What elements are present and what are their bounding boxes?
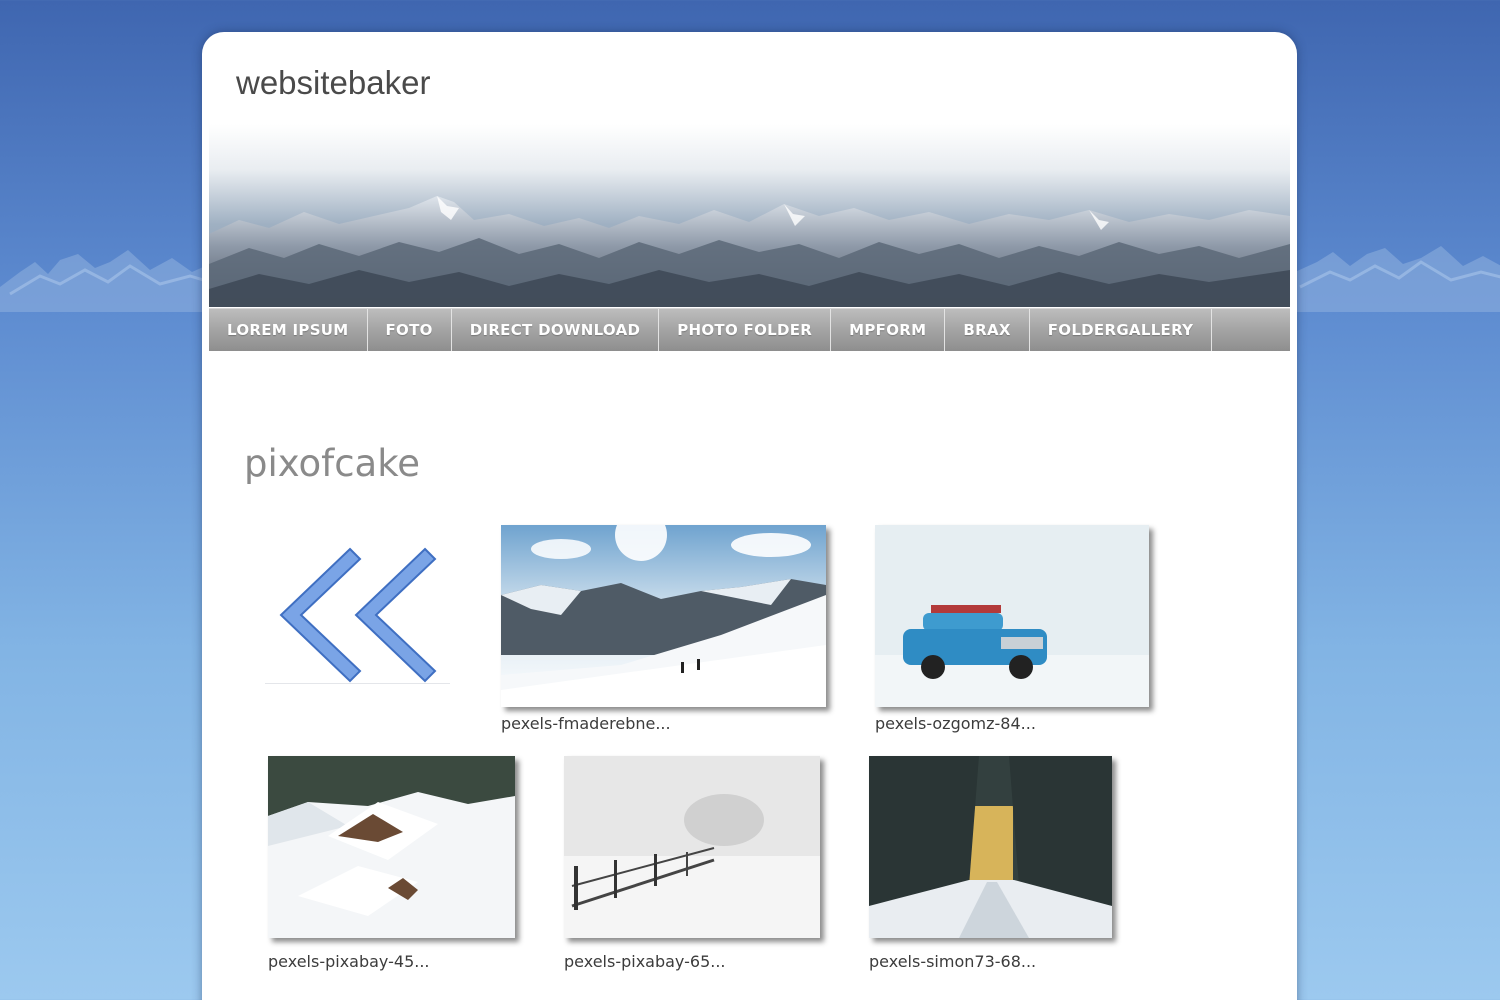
gallery-thumbnail[interactable]: pexels-ozgomz-84... [875, 525, 1150, 743]
gallery-thumbnail[interactable]: pexels-pixabay-65... [564, 756, 820, 974]
nav-item-lorem-ipsum[interactable]: LOREM IPSUM [209, 309, 368, 351]
gallery-thumbnail[interactable]: pexels-pixabay-45... [268, 756, 516, 974]
nav-item-photo-folder[interactable]: PHOTO FOLDER [659, 309, 832, 351]
nav-item-brax[interactable]: BRAX [945, 309, 1030, 351]
thumbnail-image [869, 756, 1112, 938]
back-to-parent-link[interactable] [265, 537, 450, 687]
gallery-thumbnail[interactable]: pexels-fmaderebne... [501, 525, 826, 743]
site-title[interactable]: websitebaker [236, 64, 430, 102]
page-container: websitebaker LOREM IPSUM FOTO DIRECT DOW… [202, 32, 1297, 1000]
divider [265, 683, 450, 684]
thumbnail-image [268, 756, 515, 938]
nav-item-foldergallery[interactable]: FOLDERGALLERY [1030, 309, 1213, 351]
gallery-thumbnail[interactable]: pexels-simon73-68... [869, 756, 1113, 974]
background-mountains-left [0, 250, 210, 312]
thumbnail-caption: pexels-pixabay-45... [268, 952, 430, 971]
thumbnail-caption: pexels-pixabay-65... [564, 952, 726, 971]
page-heading: pixofcake [244, 442, 421, 485]
thumbnail-caption: pexels-fmaderebne... [501, 714, 671, 733]
main-navigation: LOREM IPSUM FOTO DIRECT DOWNLOAD PHOTO F… [209, 308, 1290, 351]
thumbnail-image [501, 525, 826, 707]
header-banner-image [209, 124, 1290, 307]
nav-item-direct-download[interactable]: DIRECT DOWNLOAD [452, 309, 660, 351]
thumbnail-caption: pexels-simon73-68... [869, 952, 1037, 971]
nav-item-mpform[interactable]: MPFORM [831, 309, 946, 351]
nav-item-foto[interactable]: FOTO [368, 309, 452, 351]
thumbnail-caption: pexels-ozgomz-84... [875, 714, 1036, 733]
thumbnail-image [875, 525, 1149, 707]
double-chevron-left-icon [279, 547, 437, 683]
background-mountains-right [1295, 246, 1500, 312]
thumbnail-image [564, 756, 820, 938]
